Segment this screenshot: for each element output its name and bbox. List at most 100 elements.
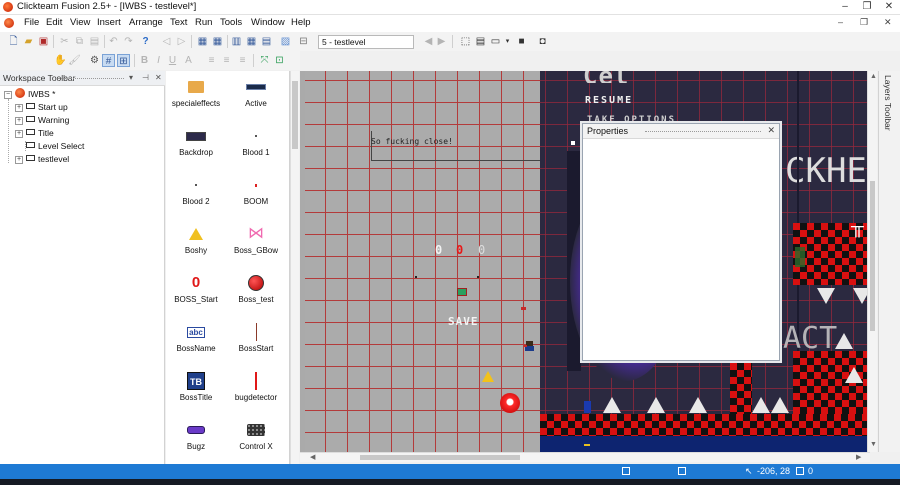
- underline-icon[interactable]: U: [166, 54, 179, 67]
- spike-up[interactable]: [845, 367, 863, 383]
- frame-size-icon[interactable]: ⬚: [459, 35, 472, 48]
- drag-grip[interactable]: [58, 78, 124, 79]
- expand-icon[interactable]: +: [15, 130, 23, 138]
- menu-insert[interactable]: Insert: [97, 17, 121, 28]
- object-backdrop[interactable]: Backdrop: [166, 120, 226, 168]
- object-bossstart[interactable]: BossStart: [226, 316, 286, 364]
- cursor-dot[interactable]: [571, 141, 575, 145]
- spike-down[interactable]: [817, 288, 835, 304]
- properties-window[interactable]: Properties ✕: [582, 123, 780, 361]
- player-sprite[interactable]: [524, 341, 535, 353]
- tree-item-start-up[interactable]: + Start up: [15, 101, 68, 114]
- object-bosstitle[interactable]: TB BossTitle: [166, 365, 226, 413]
- minimize-button[interactable]: –: [834, 0, 856, 14]
- new-file-icon[interactable]: 🗋: [7, 35, 20, 48]
- expand-icon[interactable]: +: [15, 156, 23, 164]
- checker-floor[interactable]: [540, 414, 870, 436]
- marker-dot[interactable]: [477, 276, 479, 278]
- dropdown-arrow-icon[interactable]: ▾: [501, 35, 514, 48]
- previous-frame-icon[interactable]: ◀: [422, 35, 435, 48]
- document-icon[interactable]: [4, 18, 14, 28]
- redo-icon[interactable]: ↷: [122, 35, 135, 48]
- menu-edit[interactable]: Edit: [46, 17, 62, 28]
- properties-close-icon[interactable]: ✕: [767, 125, 775, 136]
- object-boss-gbow[interactable]: ⋈ Boss_GBow: [226, 218, 286, 266]
- mdi-minimize-button[interactable]: –: [838, 17, 843, 27]
- drag-grip[interactable]: [645, 131, 761, 132]
- stop-icon[interactable]: ■: [515, 35, 528, 48]
- editor-vertical-scrollbar[interactable]: ▲ ▼: [867, 71, 877, 452]
- floor-marker[interactable]: [584, 444, 590, 446]
- paste-icon[interactable]: ▤: [88, 35, 101, 48]
- scroll-left-icon[interactable]: ◀: [310, 453, 315, 461]
- help-icon[interactable]: ?: [139, 35, 152, 48]
- scroll-up-icon[interactable]: ▲: [870, 73, 877, 80]
- spike-up[interactable]: [647, 397, 665, 413]
- italic-icon[interactable]: I: [152, 54, 165, 67]
- menu-resume-text[interactable]: RESUME: [585, 95, 633, 106]
- event-list-icon[interactable]: ▦: [245, 35, 258, 48]
- tree-item-warning[interactable]: + Warning: [15, 114, 69, 127]
- save-point-text[interactable]: SAVE: [448, 315, 479, 328]
- expand-icon[interactable]: +: [15, 117, 23, 125]
- align-center-icon[interactable]: ≡: [220, 54, 233, 67]
- object-blood-1[interactable]: Blood 1: [226, 120, 286, 168]
- go-back-icon[interactable]: ◁: [160, 35, 173, 48]
- object-blood-2[interactable]: Blood 2: [166, 169, 226, 217]
- layers-toolbar-tab[interactable]: Layers Toolbar: [878, 71, 900, 452]
- show-grid-icon[interactable]: ⊞: [117, 54, 130, 67]
- font-color-icon[interactable]: A: [182, 54, 195, 67]
- paint-brush-icon[interactable]: 🖌: [68, 54, 81, 67]
- scrollbar-thumb[interactable]: [870, 181, 875, 331]
- mdi-restore-button[interactable]: ❐: [860, 17, 868, 28]
- tree-item-testlevel[interactable]: + testlevel: [15, 153, 69, 166]
- menu-window[interactable]: Window: [251, 17, 285, 28]
- resize-icon[interactable]: ⊡: [273, 54, 286, 67]
- align-left-icon[interactable]: ≡: [205, 54, 218, 67]
- editor-horizontal-scrollbar[interactable]: ◀ ▶: [300, 452, 870, 462]
- object-active[interactable]: Active: [226, 71, 286, 119]
- expand-icon[interactable]: +: [15, 104, 23, 112]
- object-bugz[interactable]: Bugz: [166, 414, 226, 462]
- scroll-down-icon[interactable]: ▼: [870, 441, 877, 448]
- scroll-right-icon[interactable]: ▶: [856, 453, 861, 461]
- object-control-x[interactable]: Control X: [226, 414, 286, 462]
- object-boom[interactable]: BOOM: [226, 169, 286, 217]
- object-specialeffects[interactable]: specialeffects: [166, 71, 226, 119]
- object-boss-test[interactable]: Boss_test: [226, 267, 286, 315]
- align-grid-icon[interactable]: ▤: [474, 35, 487, 48]
- marker-dot[interactable]: [415, 276, 417, 278]
- next-frame-icon[interactable]: ▶: [435, 35, 448, 48]
- checker-block[interactable]: [730, 363, 752, 414]
- collapse-icon[interactable]: −: [4, 91, 12, 99]
- snap-grid-icon[interactable]: #: [102, 54, 115, 67]
- pin-icon[interactable]: ⊣: [142, 73, 149, 82]
- game-logo-fragment[interactable]: Cel: [583, 71, 683, 83]
- event-editor-icon[interactable]: ▥: [230, 35, 243, 48]
- spike-up[interactable]: [603, 397, 621, 413]
- sign-text[interactable]: So fucking close!: [371, 137, 481, 146]
- align-right-icon[interactable]: ≡: [236, 54, 249, 67]
- panel-close-icon[interactable]: ✕: [155, 73, 162, 82]
- menu-options-text[interactable]: TAKE OPTIONS: [587, 115, 676, 122]
- close-button[interactable]: ✕: [878, 0, 900, 14]
- object-boss-start[interactable]: 0 BOSS_Start: [166, 267, 226, 315]
- scrollbar-thumb[interactable]: [360, 455, 520, 460]
- storyboard-icon[interactable]: ▦: [196, 35, 209, 48]
- cherry-sprite[interactable]: [500, 393, 520, 413]
- move-arrows-icon[interactable]: ⤧: [258, 54, 271, 67]
- spike-up[interactable]: [835, 333, 853, 349]
- boshy-warning-sprite[interactable]: [482, 371, 494, 382]
- counter-digit[interactable]: 0: [435, 243, 443, 257]
- sign-frame[interactable]: [371, 131, 540, 161]
- menu-tools[interactable]: Tools: [220, 17, 242, 28]
- spike-up[interactable]: [752, 397, 770, 413]
- data-elements-icon[interactable]: ▤: [260, 35, 273, 48]
- counter-digit[interactable]: 0: [456, 243, 464, 257]
- blue-block[interactable]: [584, 401, 591, 413]
- properties-header[interactable]: Properties ✕: [583, 124, 779, 139]
- object-bossname[interactable]: abc BossName: [166, 316, 226, 364]
- object-library-scrollbar[interactable]: [290, 71, 299, 464]
- object-boshy[interactable]: Boshy: [166, 218, 226, 266]
- cut-icon[interactable]: ✂: [58, 35, 71, 48]
